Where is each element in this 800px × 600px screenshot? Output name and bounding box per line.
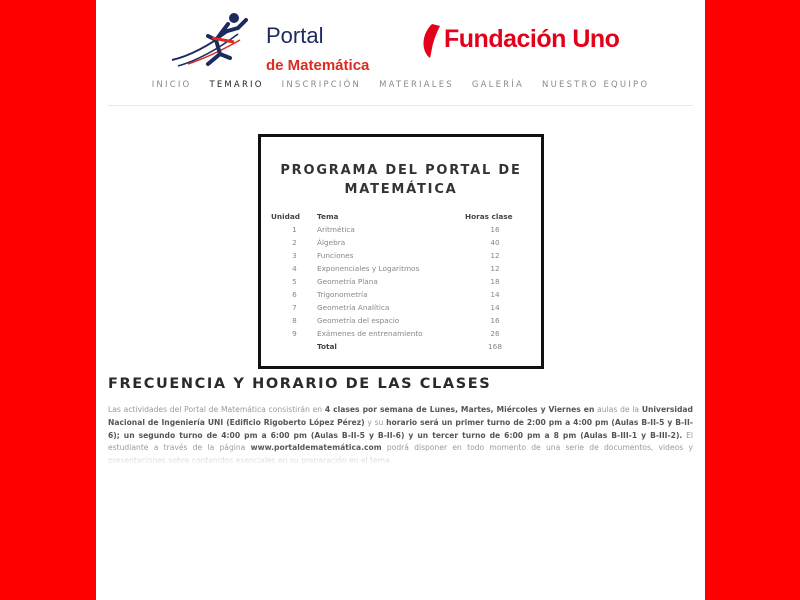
col-header-tema: Tema <box>317 212 339 221</box>
program-table: Unidad Tema Horas clase 1 Aritmética 16 2 Á… <box>271 210 525 353</box>
nav-item-temario[interactable]: TEMARIO <box>209 80 263 90</box>
cell-unidad: 6 <box>292 290 297 299</box>
table-row: 3 Funciones 12 <box>271 249 525 262</box>
freq-text: Las actividades del Portal de Matemática… <box>108 405 325 414</box>
table-row: 5 Geometría Plana 18 <box>271 275 525 288</box>
table-row: 6 Trigonometría 14 <box>271 288 525 301</box>
fundacion-uno-text: Fundación Uno <box>444 25 620 53</box>
nav-item-inicio[interactable]: INICIO <box>152 80 192 90</box>
main-nav: INICIO TEMARIO INSCRIPCIÓN MATERIALES GALERÍ… <box>96 80 705 90</box>
cell-tema: Aritmética <box>317 225 355 234</box>
cell-horas: 12 <box>490 264 500 273</box>
col-header-horas: Horas clase <box>465 212 513 221</box>
cell-unidad: 1 <box>292 225 297 234</box>
freq-text: y su <box>364 417 387 427</box>
nav-item-inscripcion[interactable]: INSCRIPCIÓN <box>282 80 361 90</box>
table-row: 2 Álgebra 40 <box>271 236 525 249</box>
program-title-line1: PROGRAMA DEL PORTAL DE <box>280 163 522 178</box>
table-total-row: Total 168 <box>271 340 525 353</box>
total-label: Total <box>317 342 337 351</box>
cell-empty <box>271 340 317 353</box>
cell-tema: Geometría del espacio <box>317 316 400 325</box>
table-header-row: Unidad Tema Horas clase <box>271 210 525 223</box>
cell-tema: Geometría Analítica <box>317 303 390 312</box>
cell-horas: 26 <box>490 329 500 338</box>
cell-unidad: 8 <box>292 316 297 325</box>
cell-tema: Trigonometría <box>317 290 368 299</box>
cell-horas: 14 <box>490 303 500 312</box>
program-title-line2: MATEMÁTICA <box>344 182 458 197</box>
nav-item-nuestro-equipo[interactable]: NUESTRO EQUIPO <box>542 80 649 90</box>
right-red-border <box>705 0 800 600</box>
nav-item-galeria[interactable]: GALERÍA <box>472 80 524 90</box>
cell-unidad: 4 <box>292 264 297 273</box>
freq-text: aulas de la <box>594 405 642 414</box>
table-row: 1 Aritmética 16 <box>271 223 525 236</box>
table-row: 4 Exponenciales y Logaritmos 12 <box>271 262 525 275</box>
header-divider <box>108 105 693 106</box>
uno-swoosh-icon <box>423 24 440 58</box>
table-row: 9 Exámenes de entrenamiento 26 <box>271 327 525 340</box>
cell-unidad: 2 <box>292 238 297 247</box>
cell-horas: 14 <box>490 290 500 299</box>
left-red-border <box>0 0 96 600</box>
program-title: PROGRAMA DEL PORTAL DE MATEMÁTICA <box>261 161 541 199</box>
cell-unidad: 3 <box>292 251 297 260</box>
cell-horas: 12 <box>490 251 500 260</box>
table-row: 7 Geometría Analítica 14 <box>271 301 525 314</box>
cell-tema: Funciones <box>317 251 354 260</box>
portal-title: Portal <box>266 23 324 48</box>
cell-tema: Álgebra <box>317 238 346 247</box>
cell-horas: 18 <box>490 277 500 286</box>
col-header-unidad: Unidad <box>271 212 300 221</box>
total-value: 168 <box>488 342 502 351</box>
cell-unidad: 9 <box>292 329 297 338</box>
portal-logo[interactable]: Portal de Matemática <box>168 10 383 74</box>
cell-tema: Exponenciales y Logaritmos <box>317 264 420 273</box>
cell-tema: Geometría Plana <box>317 277 378 286</box>
runner-logo-icon <box>171 13 248 67</box>
cell-horas: 40 <box>490 238 500 247</box>
freq-bold: 4 clases por semana de Lunes, Martes, Mi… <box>324 405 595 414</box>
cell-horas: 16 <box>490 316 500 325</box>
content-fade-overlay <box>96 448 705 472</box>
program-box: PROGRAMA DEL PORTAL DE MATEMÁTICA Unidad… <box>258 134 544 369</box>
fundacion-uno-logo[interactable]: Fundación Uno <box>418 20 638 65</box>
nav-item-materiales[interactable]: MATERIALES <box>379 80 454 90</box>
page-container: Portal de Matemática Fundación Uno INICI… <box>96 0 705 600</box>
cell-tema: Exámenes de entrenamiento <box>317 329 423 338</box>
cell-horas: 16 <box>490 225 500 234</box>
frequency-heading: FRECUENCIA Y HORARIO DE LAS CLASES <box>108 376 492 392</box>
table-row: 8 Geometría del espacio 16 <box>271 314 525 327</box>
cell-unidad: 7 <box>292 303 297 312</box>
cell-unidad: 5 <box>292 277 297 286</box>
portal-subtitle: de Matemática <box>266 57 370 74</box>
